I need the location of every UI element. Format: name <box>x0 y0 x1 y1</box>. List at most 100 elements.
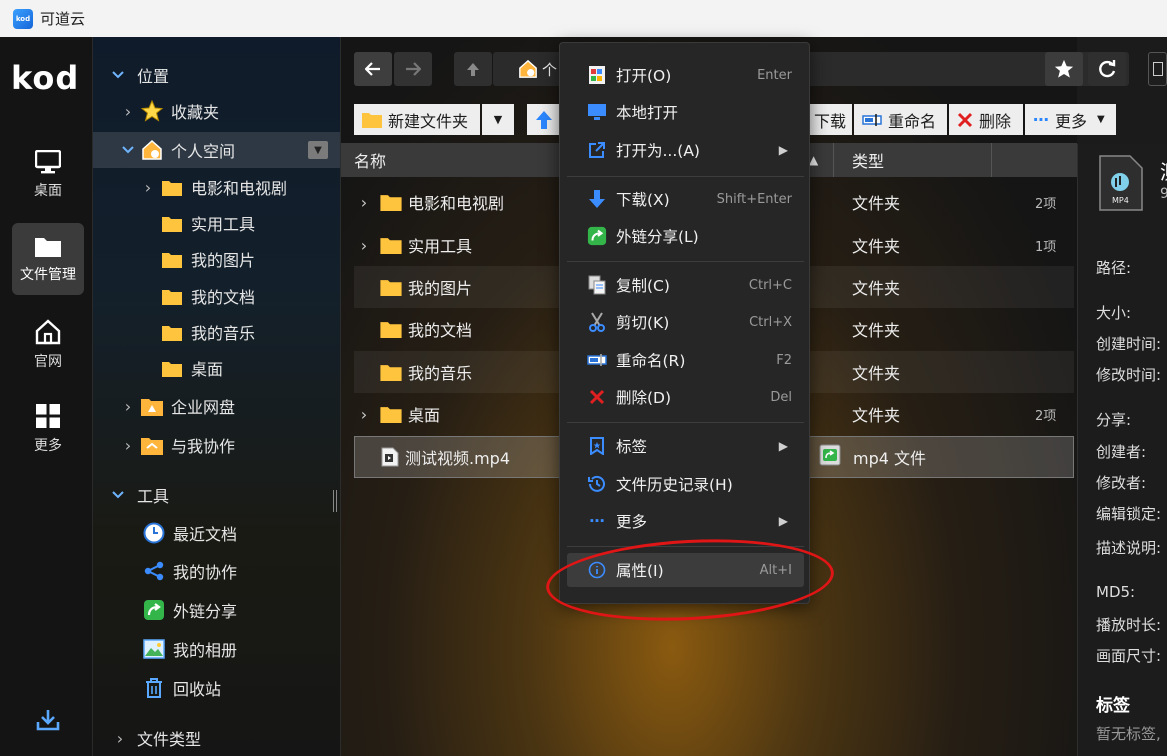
external-link-icon <box>584 141 610 159</box>
tree-enterprise[interactable]: › 企业网盘 <box>93 388 340 424</box>
video-file-icon <box>381 447 399 467</box>
chevron-right-icon[interactable]: › <box>354 405 374 424</box>
file-type: mp4 文件 <box>853 449 927 468</box>
folder-icon <box>35 238 61 257</box>
menu-cut[interactable]: 剪切(K) Ctrl+X <box>567 305 804 339</box>
ellipsis-icon: ⋯ <box>589 512 605 530</box>
folder-icon <box>380 320 402 338</box>
tree-favorites[interactable]: › 收藏夹 <box>93 93 340 129</box>
back-button[interactable] <box>354 52 392 86</box>
menu-tags[interactable]: 标签 ▶ <box>567 429 804 463</box>
detail-subtitle: 9 <box>1160 186 1167 202</box>
shortcut-label: Ctrl+X <box>749 314 792 330</box>
rail-website[interactable]: 官网 <box>12 309 84 381</box>
upload-button[interactable] <box>527 104 561 135</box>
file-name: 实用工具 <box>408 237 473 256</box>
detail-title: 测 <box>1160 156 1167 185</box>
rail-desktop-label: 桌面 <box>34 183 62 199</box>
chevron-right-icon[interactable]: › <box>354 236 374 255</box>
menu-delete[interactable]: 删除(D) Del <box>567 380 804 414</box>
folder-icon <box>380 363 402 381</box>
tree-item[interactable]: 我的文档 <box>93 278 340 314</box>
sort-up-icon[interactable]: ▲ <box>809 153 818 167</box>
file-type: 文件夹 <box>852 364 901 383</box>
file-type: 文件夹 <box>852 406 901 425</box>
download-button[interactable]: 下载 <box>810 104 852 135</box>
app-logo: kod <box>13 8 33 29</box>
menu-open-with[interactable]: 打开为...(A) ▶ <box>567 133 804 167</box>
menu-copy[interactable]: 复制(C) Ctrl+C <box>567 268 804 302</box>
menu-share[interactable]: 外链分享(L) <box>567 219 804 253</box>
file-name: 我的音乐 <box>408 364 473 383</box>
delete-button[interactable]: 删除 <box>949 104 1023 135</box>
arrow-up-icon <box>467 63 479 76</box>
tree-tool-item[interactable]: 最近文档 <box>93 515 340 551</box>
menu-open-local[interactable]: 本地打开 <box>567 95 804 129</box>
up-button[interactable] <box>454 52 492 86</box>
detail-modified-label: 修改时间: <box>1096 366 1162 384</box>
favorite-button[interactable] <box>1045 52 1083 86</box>
menu-download[interactable]: 下载(X) Shift+Enter <box>567 182 804 216</box>
menu-cut-label: 剪切(K) <box>616 314 670 332</box>
col-name-header[interactable]: 名称 <box>354 148 386 172</box>
new-folder-button[interactable]: 新建文件夹 <box>354 104 480 135</box>
detail-modifier-label: 修改者: <box>1096 474 1147 492</box>
tree-tool-label: 我的相册 <box>173 641 238 660</box>
path-home[interactable]: 个 <box>518 59 557 80</box>
forward-button[interactable] <box>394 52 432 86</box>
panel-toggle-button[interactable] <box>1148 52 1167 86</box>
menu-properties[interactable]: 属性(I) Alt+I <box>567 553 804 587</box>
tree-tool-item[interactable]: 回收站 <box>93 670 340 706</box>
tree-item[interactable]: 实用工具 <box>93 205 340 241</box>
panel-splitter[interactable] <box>333 490 337 512</box>
menu-copy-label: 复制(C) <box>616 277 670 295</box>
tree-item[interactable]: 桌面 <box>93 350 340 386</box>
rail-file-manager[interactable]: 文件管理 <box>12 223 84 295</box>
menu-rename[interactable]: 重命名(R) F2 <box>567 343 804 377</box>
refresh-button[interactable] <box>1088 52 1126 86</box>
dropdown-arrow-icon[interactable]: ▼ <box>308 141 328 159</box>
tree-tools[interactable]: 工具 <box>93 477 340 513</box>
detail-desc-label: 描述说明: <box>1096 539 1162 557</box>
arrow-right-icon <box>406 62 421 76</box>
shortcut-label: F2 <box>776 352 792 368</box>
tree-location[interactable]: 位置 <box>93 57 340 93</box>
chevron-right-icon[interactable]: › <box>354 193 374 212</box>
tree-collab[interactable]: › 与我协作 <box>93 427 340 463</box>
file-type: 文件夹 <box>852 279 901 298</box>
star-icon <box>141 100 163 122</box>
menu-download-label: 下载(X) <box>616 191 670 209</box>
tree-tool-item[interactable]: 我的协作 <box>93 553 340 589</box>
app-title: 可道云 <box>40 10 86 28</box>
file-name: 测试视频.mp4 <box>405 449 511 468</box>
more-button[interactable]: ⋯ 更多 ▼ <box>1025 104 1116 135</box>
tree-tool-item[interactable]: 外链分享 <box>93 592 340 628</box>
col-type-header[interactable]: 类型 <box>852 148 884 172</box>
download-icon[interactable] <box>36 709 60 735</box>
detail-lock-label: 编辑锁定: <box>1096 505 1162 523</box>
menu-history[interactable]: 文件历史记录(H) <box>567 467 804 501</box>
rename-button[interactable]: 重命名 <box>854 104 947 135</box>
new-dropdown-button[interactable]: ▼ <box>482 104 514 135</box>
menu-open[interactable]: 打开(O) Enter <box>567 58 804 92</box>
history-icon <box>584 474 610 494</box>
file-size: 1项 <box>1035 239 1057 255</box>
menu-delete-label: 删除(D) <box>616 389 672 407</box>
shortcut-label: Ctrl+C <box>748 277 792 293</box>
chevron-right-icon: › <box>124 101 132 121</box>
context-menu: 打开(O) Enter 本地打开 打开为...(A) ▶ 下载(X) Shift… <box>559 42 810 604</box>
tree-tool-item[interactable]: 我的相册 <box>93 631 340 667</box>
tree-item[interactable]: 我的音乐 <box>93 314 340 350</box>
folder-icon <box>380 236 402 254</box>
rail-desktop[interactable]: 桌面 <box>12 139 84 211</box>
menu-more[interactable]: ⋯ 更多 ▶ <box>567 504 804 538</box>
copy-icon <box>584 275 610 295</box>
rail-more[interactable]: 更多 <box>12 393 84 465</box>
detail-panel: MP4 测 9 路径: 大小: 创建时间: 修改时间: 分享: 创建者: 修改者… <box>1077 144 1167 756</box>
shortcut-label: Enter <box>757 67 792 83</box>
tree-file-types[interactable]: › 文件类型 <box>93 720 340 756</box>
trash-icon <box>143 677 165 699</box>
tree-personal-space[interactable]: 个人空间 ▼ <box>93 132 340 168</box>
tree-item[interactable]: 我的图片 <box>93 241 340 277</box>
tree-item[interactable]: › 电影和电视剧 <box>93 169 340 205</box>
